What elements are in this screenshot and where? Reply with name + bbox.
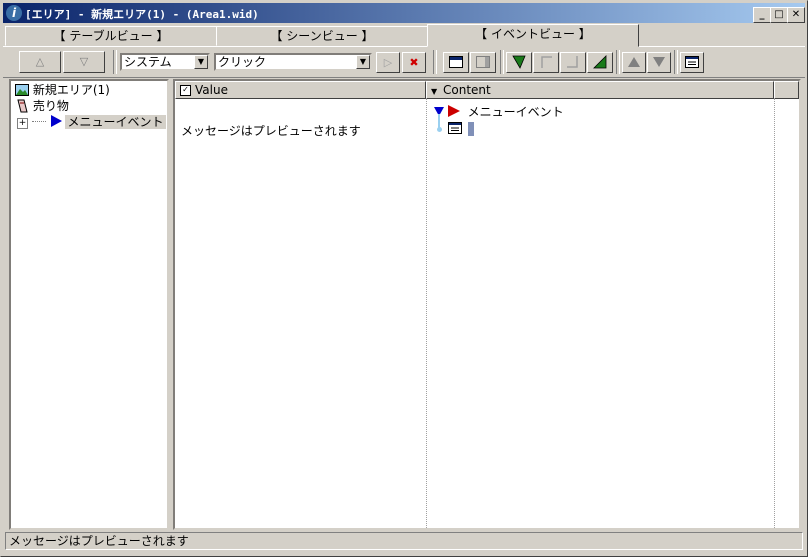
content-event-row[interactable]: メニューイベント	[434, 104, 564, 120]
corner-bottom-icon	[567, 56, 578, 68]
window-icon	[449, 56, 463, 68]
branch-end-button[interactable]	[560, 52, 586, 73]
corner-top-icon	[541, 56, 552, 68]
column-header-filler	[774, 81, 799, 99]
tree-item-label: 売り物	[32, 99, 69, 113]
delete-button[interactable]: ✖	[402, 52, 426, 73]
tree-item-area[interactable]: 新規エリア(1)	[15, 82, 110, 98]
play-arrow-icon	[50, 115, 62, 127]
toolbar-separator	[616, 50, 620, 74]
branch-start-button[interactable]	[506, 52, 532, 73]
item-up-button[interactable]	[622, 52, 646, 73]
toolbar: △ ▽ システム ▼ クリック ▼ ▷ ✖	[3, 46, 805, 78]
triangle-up-icon	[628, 57, 640, 67]
properties-button[interactable]	[680, 52, 704, 73]
value-column-header[interactable]: ✓ Value	[175, 81, 426, 99]
tree-item-menu-event[interactable]: + メニューイベント	[17, 114, 166, 130]
window-view-button[interactable]	[443, 52, 469, 73]
app-icon: i	[6, 5, 22, 21]
flag-green-icon	[512, 55, 526, 69]
toolbar-separator	[674, 50, 678, 74]
triangle-down-icon	[653, 57, 665, 67]
move-up-button[interactable]: △	[19, 51, 61, 73]
properties-icon	[685, 56, 699, 68]
landscape-icon	[15, 84, 29, 96]
value-header-label: Value	[195, 83, 228, 97]
branch-corner-button[interactable]	[533, 52, 559, 73]
text-cursor	[467, 122, 474, 136]
column-divider	[774, 99, 775, 528]
event-flag-icon	[447, 105, 460, 117]
toolbar-separator	[433, 50, 437, 74]
tree-connector-line	[438, 114, 440, 128]
value-column-checkbox[interactable]: ✓	[180, 85, 191, 96]
event-detail-panel: ✓ Value ▼ Content メッセージはプレビューされます メニューイベント	[173, 79, 801, 530]
chevron-down-icon[interactable]: ▼	[356, 55, 370, 69]
panel-right-icon	[476, 56, 490, 68]
window-title: [エリア] - 新規エリア(1) - (Area1.wid)	[25, 8, 259, 21]
title-bar[interactable]: i [エリア] - 新規エリア(1) - (Area1.wid) _ □ ✕	[3, 3, 805, 23]
node-dot-icon	[437, 127, 442, 132]
move-down-button[interactable]: ▽	[63, 51, 105, 73]
command-box-icon	[448, 122, 462, 134]
tree-item-label: メニューイベント	[65, 115, 166, 129]
content-event-label: メニューイベント	[467, 105, 564, 119]
tree-item-merchandise[interactable]: 売り物	[15, 98, 69, 114]
play-button[interactable]: ▷	[376, 52, 400, 73]
flag-green-end-icon	[593, 55, 607, 69]
status-bar: メッセージはプレビューされます	[5, 532, 803, 550]
close-button[interactable]: ✕	[787, 7, 805, 23]
system-select[interactable]: システム ▼	[120, 53, 210, 71]
minimize-button[interactable]: _	[753, 7, 771, 23]
chevron-down-icon[interactable]: ▼	[194, 55, 208, 69]
content-command-row[interactable]	[448, 122, 474, 137]
main-window: i [エリア] - 新規エリア(1) - (Area1.wid) _ □ ✕ 【…	[0, 0, 808, 557]
content-header-label: Content	[443, 83, 491, 97]
content-column-header[interactable]: ▼ Content	[426, 81, 774, 99]
event-tree[interactable]: 新規エリア(1) 売り物 + メニューイベント	[9, 79, 169, 530]
item-down-button[interactable]	[647, 52, 671, 73]
tree-item-label: 新規エリア(1)	[32, 83, 110, 97]
tab-event-view[interactable]: 【 イベントビュー 】	[427, 24, 639, 47]
panel-right-button[interactable]	[470, 52, 496, 73]
tree-connector	[31, 121, 46, 122]
tab-table-view[interactable]: 【 テーブルビュー 】	[5, 26, 217, 46]
view-tabs: 【 テーブルビュー 】 【 シーンビュー 】 【 イベントビュー 】	[3, 24, 805, 47]
sort-arrow-icon: ▼	[431, 87, 438, 96]
maximize-button[interactable]: □	[770, 7, 788, 23]
branch-close-button[interactable]	[587, 52, 613, 73]
system-select-value: システム	[124, 55, 172, 69]
expand-icon[interactable]: +	[17, 118, 28, 129]
value-message-text: メッセージはプレビューされます	[181, 124, 361, 138]
toolbar-separator	[500, 50, 504, 74]
column-divider	[426, 99, 427, 528]
trigger-select-value: クリック	[218, 55, 267, 69]
item-icon	[17, 99, 28, 113]
toolbar-separator	[113, 50, 117, 74]
trigger-select[interactable]: クリック ▼	[214, 53, 372, 71]
tab-scene-view[interactable]: 【 シーンビュー 】	[216, 26, 428, 46]
